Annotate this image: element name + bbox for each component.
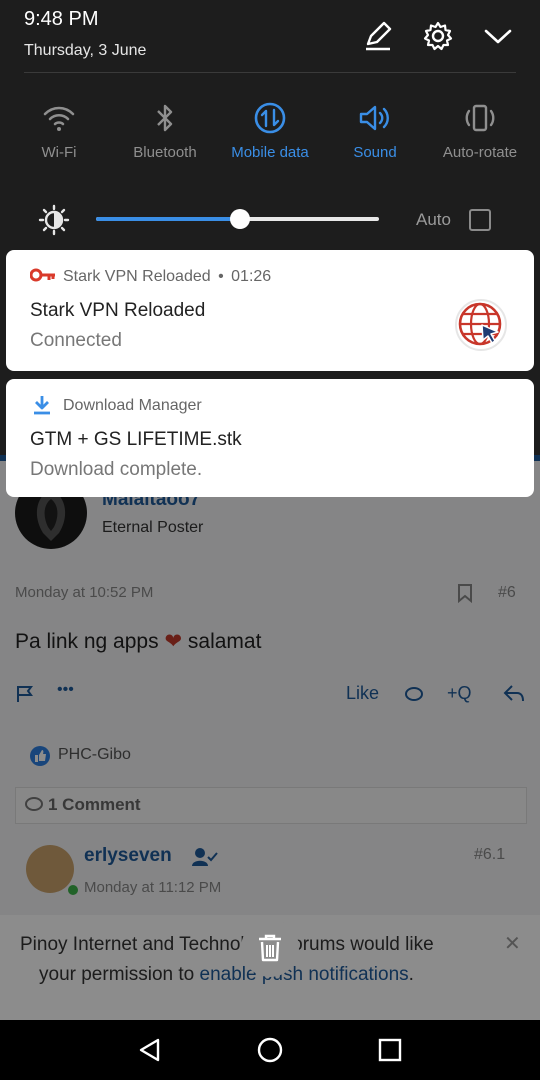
- notification-vpn[interactable]: Stark VPN Reloaded • 01:26 Stark VPN Rel…: [6, 250, 534, 371]
- brightness-slider[interactable]: [96, 209, 379, 229]
- notification-vpn-time: 01:26: [231, 268, 272, 285]
- download-icon: [34, 396, 50, 415]
- date-label: Thursday, 3 June: [24, 42, 147, 59]
- trash-icon: [259, 934, 281, 962]
- auto-brightness-label: Auto: [416, 210, 451, 229]
- toggle-auto-rotate[interactable]: Auto-rotate: [428, 96, 532, 161]
- toggle-wifi[interactable]: Wi-Fi: [7, 96, 111, 161]
- toggle-bluetooth[interactable]: Bluetooth: [113, 96, 217, 161]
- globe-cursor-icon: [455, 299, 507, 351]
- notification-download-title: GTM + GS LIFETIME.stk: [30, 429, 242, 450]
- auto-rotate-icon: [465, 104, 495, 132]
- recents-icon[interactable]: [377, 1037, 403, 1063]
- sound-icon: [359, 105, 389, 131]
- bluetooth-icon: [157, 104, 173, 132]
- toggle-mobile-data[interactable]: Mobile data: [218, 96, 322, 161]
- notification-vpn-body: Connected: [30, 330, 122, 351]
- navigation-bar: [0, 1020, 540, 1080]
- auto-brightness-checkbox[interactable]: [469, 209, 491, 231]
- notification-download-app-name: Download Manager: [63, 397, 202, 414]
- notification-download[interactable]: Download Manager GTM + GS LIFETIME.stk D…: [6, 379, 534, 497]
- toggle-mobile-data-label: Mobile data: [231, 144, 309, 161]
- wifi-icon: [43, 106, 75, 131]
- notification-vpn-app-name: Stark VPN Reloaded: [63, 268, 211, 285]
- notification-vpn-title: Stark VPN Reloaded: [30, 300, 206, 321]
- toggle-sound-label: Sound: [353, 144, 397, 161]
- brightness-sun-icon: [38, 204, 70, 236]
- toggle-sound[interactable]: Sound: [323, 96, 427, 161]
- toggle-auto-rotate-label: Auto-rotate: [442, 144, 518, 161]
- notification-vpn-header: Stark VPN Reloaded • 01:26: [63, 268, 271, 286]
- toggle-bluetooth-label: Bluetooth: [133, 144, 197, 161]
- clock-time: 9:48 PM: [24, 8, 99, 30]
- brightness-slider-thumb[interactable]: [230, 209, 250, 229]
- mobile-data-icon: [254, 102, 286, 134]
- toggle-wifi-label: Wi-Fi: [41, 144, 77, 161]
- header-divider: [24, 72, 516, 73]
- chevron-down-icon[interactable]: [482, 20, 514, 52]
- notification-download-body: Download complete.: [30, 459, 203, 480]
- home-icon[interactable]: [257, 1037, 283, 1063]
- brightness-slider-fill: [96, 217, 240, 221]
- key-icon: [30, 268, 55, 282]
- notification-vpn-separator: •: [218, 268, 224, 285]
- back-icon[interactable]: [137, 1037, 163, 1063]
- settings-gear-icon[interactable]: [422, 20, 454, 52]
- edit-icon[interactable]: [362, 20, 394, 52]
- clear-notifications-button[interactable]: [241, 919, 299, 977]
